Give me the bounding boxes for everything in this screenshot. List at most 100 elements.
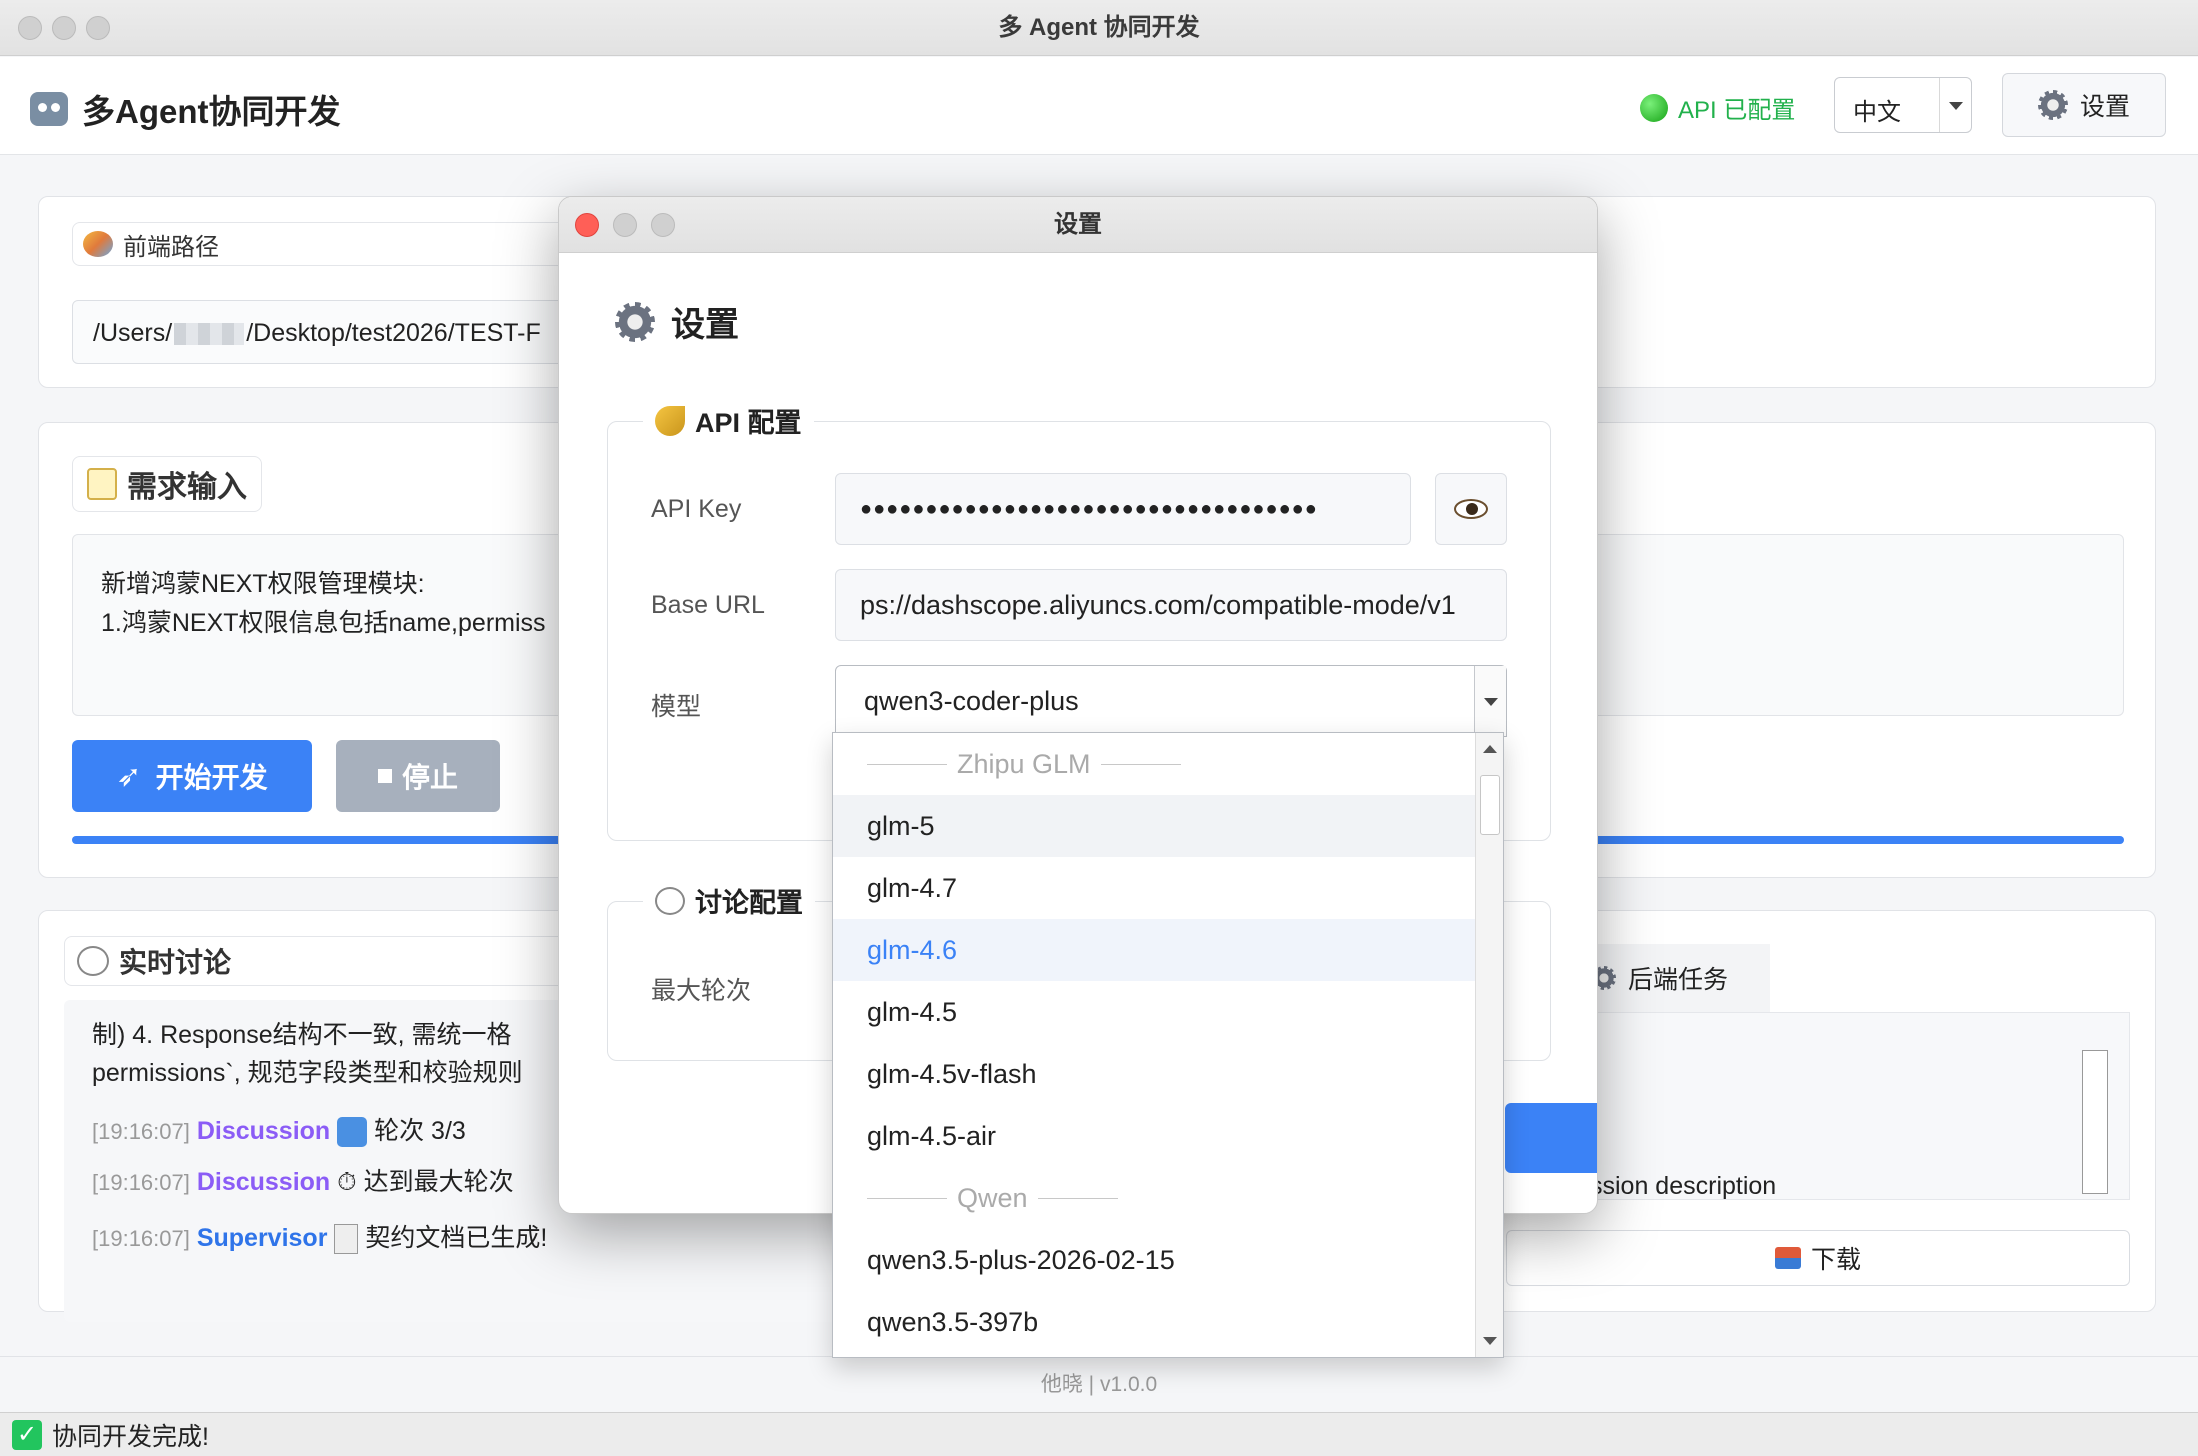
key-icon [655, 405, 685, 436]
start-development-button[interactable]: ➶ 开始开发 [72, 740, 312, 812]
maximize-window-button[interactable] [86, 16, 110, 40]
discussion-config-legend: 讨论配置 [643, 881, 815, 920]
stop-button-label: 停止 [401, 762, 458, 793]
frontend-path-legend: 前端路径 [72, 222, 592, 266]
group-header-qwen: Qwen [833, 1167, 1477, 1229]
api-config-legend: API 配置 [643, 401, 814, 440]
minimize-dialog-button[interactable] [613, 213, 637, 237]
status-text: 协同开发完成! [52, 1422, 209, 1451]
requirement-legend-text: 需求输入 [127, 471, 247, 504]
redacted-username [174, 323, 245, 346]
window-titlebar: 多 Agent 协同开发 [0, 0, 2198, 56]
language-value: 中文 [1853, 99, 1901, 126]
window-title: 多 Agent 协同开发 [998, 14, 1200, 41]
log-message: 契约文档已生成! [365, 1224, 548, 1252]
log-author: Supervisor [196, 1224, 328, 1252]
download-icon [1774, 1247, 1801, 1269]
save-button[interactable] [1505, 1103, 1597, 1173]
download-label: 下载 [1810, 1246, 1861, 1274]
settings-button-label: 设置 [2079, 93, 2130, 121]
divider [867, 763, 947, 765]
model-option-selected[interactable]: glm-4.6 [833, 919, 1477, 981]
path-prefix: /Users/ [93, 319, 173, 347]
log-time: [19:16:07] [92, 1119, 190, 1144]
path-suffix: /Desktop/test2026/TEST-F [246, 319, 541, 347]
base-url-input[interactable]: ps://dashscope.aliyuncs.com/compatible-m… [835, 569, 1507, 641]
stop-button[interactable]: 停止 [336, 740, 500, 812]
log-author: Discussion [196, 1117, 331, 1145]
stop-icon [377, 769, 392, 783]
gear-icon [615, 301, 655, 342]
document-icon [334, 1224, 359, 1255]
palette-icon [83, 231, 113, 257]
model-select[interactable]: qwen3-coder-plus [835, 665, 1507, 737]
model-option[interactable]: qwen3.5-397b [833, 1291, 1477, 1353]
group-label: Qwen [957, 1183, 1028, 1213]
model-option[interactable]: glm-4.5-air [833, 1105, 1477, 1167]
tab-backend-tasks[interactable]: 后端任务 [1574, 944, 1770, 1012]
scroll-down-icon[interactable] [1483, 1337, 1497, 1345]
model-value: qwen3-coder-plus [864, 686, 1079, 716]
backend-tab-label: 后端任务 [1628, 966, 1729, 994]
dialog-heading-text: 设置 [671, 306, 739, 344]
download-button[interactable]: 下载 [1506, 1230, 2130, 1286]
divider [1100, 763, 1181, 765]
api-key-input[interactable]: ●●●●●●●●●●●●●●●●●●●●●●●●●●●●●●●●●●● [835, 473, 1411, 545]
log-time: [19:16:07] [92, 1226, 190, 1251]
log-time: [19:16:07] [92, 1170, 190, 1195]
app-title-text: 多Agent协同开发 [82, 93, 341, 130]
status-dot-icon [1640, 93, 1668, 122]
robot-icon [30, 92, 68, 126]
memo-icon [87, 468, 117, 500]
minimize-window-button[interactable] [52, 16, 76, 40]
api-status-text: API 已配置 [1678, 97, 1796, 124]
close-dialog-button[interactable] [575, 213, 599, 237]
model-option[interactable]: glm-4.7 [833, 857, 1477, 919]
log-message: 轮次 3/3 [374, 1117, 466, 1145]
api-key-label: API Key [651, 495, 742, 523]
backend-scrollbar[interactable] [2082, 1050, 2108, 1194]
app-header: 多Agent协同开发 API 已配置 中文 设置 [0, 57, 2198, 155]
dialog-titlebar: 设置 [559, 197, 1597, 253]
rocket-icon: ➶ [116, 759, 142, 793]
eye-icon [1454, 499, 1488, 519]
footer: 他晓 | v1.0.0 [0, 1356, 2198, 1412]
discussion-config-legend-text: 讨论配置 [695, 888, 803, 918]
maximize-dialog-button[interactable] [651, 213, 675, 237]
toggle-visibility-button[interactable] [1435, 473, 1507, 545]
dialog-title: 设置 [1054, 211, 1102, 238]
chevron-down-icon [1939, 78, 1971, 132]
language-select[interactable]: 中文 [1834, 77, 1972, 133]
dropdown-scrollbar[interactable] [1475, 733, 1503, 1357]
scroll-up-icon[interactable] [1483, 745, 1497, 753]
settings-button[interactable]: 设置 [2002, 73, 2166, 137]
chevron-down-icon[interactable] [1474, 666, 1506, 736]
base-url-label: Base URL [651, 591, 765, 619]
model-option[interactable]: glm-5 [833, 795, 1477, 857]
group-header-zhipu: Zhipu GLM [833, 733, 1477, 795]
speech-bubble-icon [655, 886, 685, 915]
start-button-label: 开始开发 [155, 762, 268, 793]
max-rounds-label: 最大轮次 [651, 977, 752, 1005]
speech-bubble-icon [77, 946, 109, 976]
status-bar: ✓ 协同开发完成! [0, 1412, 2198, 1456]
app-title: 多Agent协同开发 [30, 85, 341, 133]
model-dropdown-list: Zhipu GLM glm-5 glm-4.7 glm-4.6 glm-4.5 … [832, 732, 1504, 1358]
model-option[interactable]: qwen3.5-plus-2026-02-15 [833, 1229, 1477, 1291]
divider [1037, 1197, 1118, 1199]
api-config-legend-text: API 配置 [695, 408, 802, 438]
backend-partial-text: ssion description [1590, 1172, 1777, 1200]
requirement-legend: 需求输入 [72, 456, 262, 512]
discussion-legend-text: 实时讨论 [119, 947, 232, 978]
model-option[interactable]: glm-4.5v-flash [833, 1043, 1477, 1105]
gear-icon [2037, 90, 2068, 120]
scroll-thumb[interactable] [1480, 775, 1500, 835]
close-window-button[interactable] [18, 16, 42, 40]
log-message: 达到最大轮次 [363, 1168, 514, 1196]
stopwatch-icon: ⏱ [337, 1168, 357, 1196]
group-label: Zhipu GLM [957, 749, 1091, 779]
frontend-path-legend-text: 前端路径 [123, 233, 219, 261]
divider [867, 1197, 947, 1199]
dialog-heading: 设置 [615, 297, 739, 346]
model-option[interactable]: glm-4.5 [833, 981, 1477, 1043]
